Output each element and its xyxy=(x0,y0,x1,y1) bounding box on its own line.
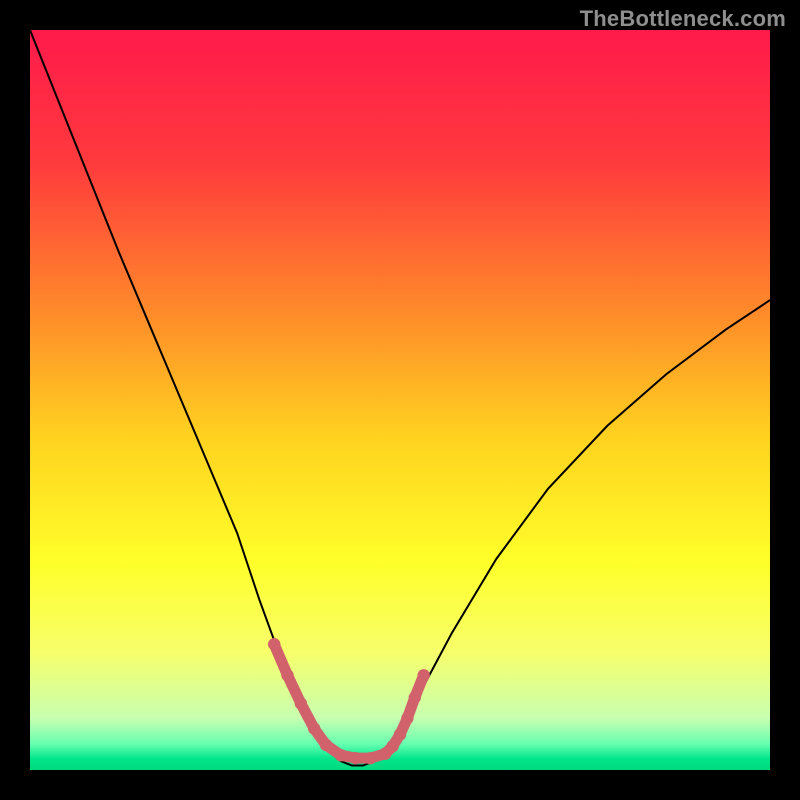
marker-optimal-zone-marker xyxy=(295,697,307,709)
marker-optimal-zone-marker xyxy=(394,728,406,740)
chart-svg xyxy=(30,30,770,770)
marker-optimal-zone-marker xyxy=(417,669,429,681)
marker-optimal-zone-marker xyxy=(409,691,421,703)
chart-frame: TheBottleneck.com xyxy=(0,0,800,800)
marker-optimal-zone-marker xyxy=(364,752,376,764)
plot-area xyxy=(30,30,770,770)
marker-optimal-zone-marker xyxy=(281,669,293,681)
marker-optimal-zone-marker xyxy=(335,749,347,761)
marker-optimal-zone-marker xyxy=(386,740,398,752)
marker-optimal-zone-marker xyxy=(401,712,413,724)
watermark-text: TheBottleneck.com xyxy=(580,6,786,32)
marker-optimal-zone-marker xyxy=(349,752,361,764)
marker-optimal-zone-marker xyxy=(320,739,332,751)
gradient-background xyxy=(30,30,770,770)
marker-optimal-zone-marker xyxy=(308,722,320,734)
marker-optimal-zone-marker xyxy=(268,638,280,650)
